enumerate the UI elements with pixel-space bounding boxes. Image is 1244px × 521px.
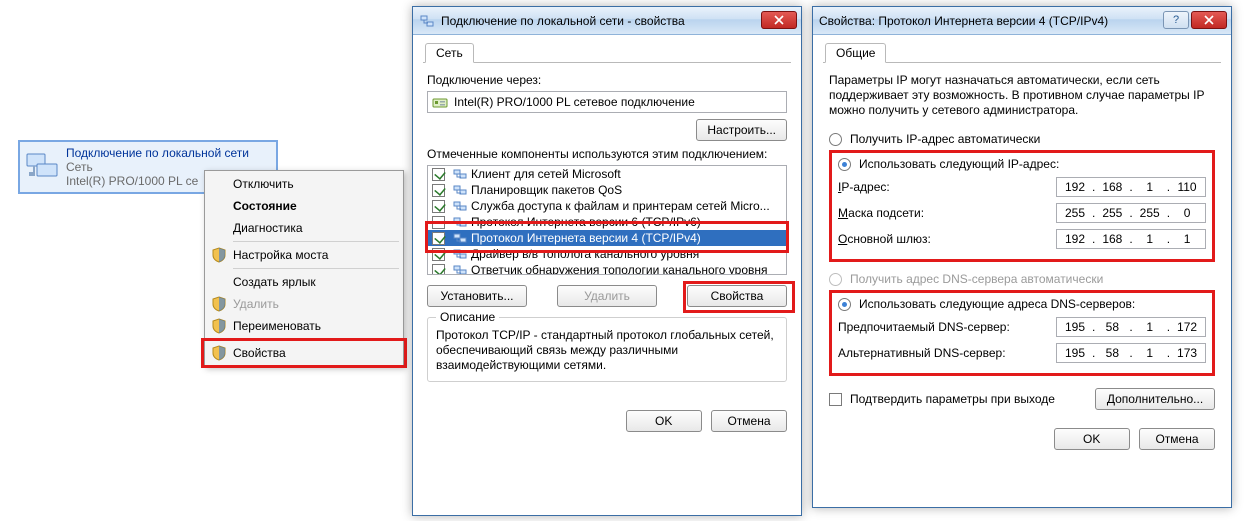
component-row[interactable]: Служба доступа к файлам и принтерам сете… [428,198,786,214]
component-label: Протокол Интернета версии 6 (TCP/IPv6) [471,215,701,229]
cancel-button[interactable]: Отмена [711,410,787,432]
component-checkbox[interactable] [432,184,445,197]
confirm-on-exit-checkbox[interactable]: Подтвердить параметры при выходе [829,392,1055,406]
tabstrip: Сеть [423,41,791,63]
network-icon [419,13,435,29]
ctx-item-diagnostics[interactable]: Диагностика [207,217,401,239]
protocol-icon [453,183,467,197]
component-checkbox[interactable] [432,232,445,245]
ip-address-input[interactable]: 192. 168. 1. 110 [1056,177,1206,197]
remove-button[interactable]: Удалить [557,285,657,307]
close-button[interactable] [1191,11,1227,29]
shield-icon [211,345,227,361]
tab-network[interactable]: Сеть [425,43,474,63]
subnet-mask-label: Маска подсети: [838,206,924,220]
ctx-item-status[interactable]: Состояние [207,195,401,217]
ctx-item-shortcut[interactable]: Создать ярлык [207,271,401,293]
adapter-name: Intel(R) PRO/1000 PL сетевое подключение [454,95,695,109]
network-adapter-icon [26,150,60,184]
radio-auto-dns: Получить адрес DNS-сервера автоматически [829,272,1215,286]
component-label: Клиент для сетей Microsoft [471,167,621,181]
cancel-button[interactable]: Отмена [1139,428,1215,450]
titlebar[interactable]: Свойства: Протокол Интернета версии 4 (T… [813,7,1231,35]
component-label: Драйвер в/в тополога канального уровня [471,247,699,261]
protocol-icon [453,263,467,275]
subnet-mask-input[interactable]: 255. 255. 255. 0 [1056,203,1206,223]
component-checkbox[interactable] [432,200,445,213]
highlight-box: Использовать следующие адреса DNS-сервер… [829,290,1215,376]
protocol-icon [453,215,467,229]
window-title: Подключение по локальной сети - свойства [441,14,685,28]
configure-button[interactable]: Настроить... [696,119,787,141]
component-row[interactable]: Планировщик пакетов QoS [428,182,786,198]
description-header: Описание [436,310,499,324]
ipv4-properties-window: Свойства: Протокол Интернета версии 4 (T… [812,6,1232,508]
window-title: Свойства: Протокол Интернета версии 4 (T… [819,14,1108,28]
ctx-item-delete[interactable]: Удалить [207,293,401,315]
ok-button[interactable]: OK [1054,428,1130,450]
gateway-input[interactable]: 192. 168. 1. 1 [1056,229,1206,249]
radio-manual-dns[interactable]: Использовать следующие адреса DNS-сервер… [838,297,1206,311]
shield-icon [211,296,227,312]
component-checkbox[interactable] [432,216,445,229]
dns1-input[interactable]: 195. 58. 1. 172 [1056,317,1206,337]
ctx-item-disable[interactable]: Отключить [207,173,401,195]
ip-address-label: IP-адрес: [838,180,890,194]
component-checkbox[interactable] [432,264,445,276]
tab-general[interactable]: Общие [825,43,886,63]
lan-item-title: Подключение по локальной сети [66,146,249,160]
dns2-input[interactable]: 195. 58. 1. 173 [1056,343,1206,363]
adapter-icon [432,94,448,110]
components-listbox[interactable]: Клиент для сетей Microsoft Планировщик па… [427,165,787,275]
ctx-item-bridge[interactable]: Настройка моста [207,244,401,266]
dns2-label: Альтернативный DNS-сервер: [838,346,1006,360]
connect-via-label: Подключение через: [427,73,787,87]
advanced-button[interactable]: Дополнительно... [1095,388,1215,410]
radio-manual-ip[interactable]: Использовать следующий IP-адрес: [838,157,1206,171]
ctx-item-rename[interactable]: Переименовать [207,315,401,337]
description-text: Протокол TCP/IP - стандартный протокол г… [436,328,778,373]
component-label: Протокол Интернета версии 4 (TCP/IPv4) [471,231,701,245]
help-button[interactable]: ? [1163,11,1189,29]
component-label: Ответчик обнаружения топологии канальног… [471,263,768,275]
protocol-icon [453,231,467,245]
radio-auto-ip[interactable]: Получить IP-адрес автоматически [829,132,1215,146]
component-row[interactable]: Ответчик обнаружения топологии канальног… [428,262,786,275]
component-row[interactable]: Протокол Интернета версии 6 (TCP/IPv6) [428,214,786,230]
shield-icon [211,318,227,334]
context-menu: Отключить Состояние Диагностика Настройк… [204,170,404,367]
close-button[interactable] [761,11,797,29]
ctx-item-properties[interactable]: Свойства [207,342,401,364]
connection-properties-window: Подключение по локальной сети - свойства… [412,6,802,516]
adapter-field: Intel(R) PRO/1000 PL сетевое подключение [427,91,787,113]
protocol-icon [453,167,467,181]
protocol-icon [453,247,467,261]
components-label: Отмеченные компоненты используются этим … [427,147,787,161]
component-row[interactable]: Клиент для сетей Microsoft [428,166,786,182]
intro-text: Параметры IP могут назначаться автоматич… [829,73,1215,118]
component-label: Планировщик пакетов QoS [471,183,622,197]
component-label: Служба доступа к файлам и принтерам сете… [471,199,770,213]
component-checkbox[interactable] [432,168,445,181]
install-button[interactable]: Установить... [427,285,527,307]
component-row[interactable]: Драйвер в/в тополога канального уровня [428,246,786,262]
component-checkbox[interactable] [432,248,445,261]
highlight-box: Использовать следующий IP-адрес: IP-адре… [829,150,1215,262]
dns1-label: Предпочитаемый DNS-сервер: [838,320,1010,334]
properties-button[interactable]: Свойства [687,285,787,307]
shield-icon [211,247,227,263]
titlebar[interactable]: Подключение по локальной сети - свойства [413,7,801,35]
ok-button[interactable]: OK [626,410,702,432]
component-row[interactable]: Протокол Интернета версии 4 (TCP/IPv4) [428,230,786,246]
protocol-icon [453,199,467,213]
tabstrip: Общие [823,41,1221,63]
gateway-label: Основной шлюз: [838,232,931,246]
